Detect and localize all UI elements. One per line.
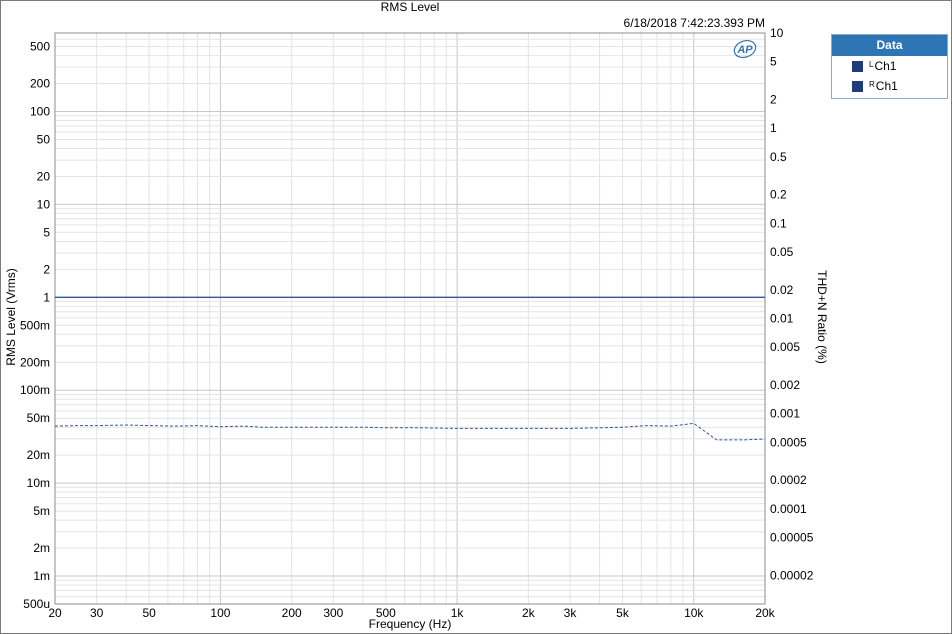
y2-tick-label: 0.00002 [770, 568, 814, 582]
y2-tick-label: 5 [770, 55, 777, 69]
y-tick-label: 5m [33, 504, 50, 518]
legend-title: Data [832, 35, 947, 56]
y2-tick-label: 0.0002 [770, 473, 807, 487]
legend-entry-l-ch1[interactable]: L Ch1 [832, 56, 947, 76]
x-tick-label: 300 [323, 606, 343, 620]
y2-tick-label: 0.0005 [770, 435, 807, 449]
legend-swatch [852, 80, 863, 92]
y-tick-label: 20 [37, 169, 51, 183]
y-tick-label: 500 [30, 40, 50, 54]
y-tick-label: 2 [43, 262, 50, 276]
y-tick-label: 100m [20, 383, 50, 397]
y2-tick-label: 0.001 [770, 407, 800, 421]
y-tick-label: 10m [27, 476, 50, 490]
y2-tick-label: 0.005 [770, 340, 800, 354]
y-tick-label: 200 [30, 77, 50, 91]
x-tick-label: 10k [684, 606, 704, 620]
y2-tick-label: 0.5 [770, 150, 787, 164]
x-tick-label: 200 [282, 606, 302, 620]
x-axis-label: Frequency (Hz) [369, 617, 452, 631]
x-tick-label: 20k [755, 606, 775, 620]
y-tick-label: 20m [27, 448, 50, 462]
y2-tick-label: 2 [770, 93, 777, 107]
y2-tick-label: 0.0001 [770, 502, 807, 516]
grid [54, 32, 766, 605]
x-tick-label: 5k [616, 606, 630, 620]
plot-area [54, 32, 766, 605]
legend-label: Ch1 [874, 59, 897, 73]
chart-title: RMS Level [381, 0, 440, 14]
x-tick-label: 3k [564, 606, 578, 620]
y2-tick-label: 10 [770, 26, 784, 40]
y2-tick-label: 0.05 [770, 245, 794, 259]
x-tick-label: 1k [451, 606, 465, 620]
series-line-thdn [54, 422, 766, 441]
y-tick-label: 2m [33, 541, 50, 555]
y2-tick-label: 0.2 [770, 188, 787, 202]
chart: 20 30 50 100 200 300 500 1k 2k 3k 5k 10k 20k50020010… [4, 0, 829, 631]
x-tick-label: 100 [210, 606, 230, 620]
y-tick-label: 10 [37, 197, 51, 211]
x-tick-label: 50 [142, 606, 156, 620]
y-tick-label: 100 [30, 105, 50, 119]
x-tick-label: 30 [90, 606, 104, 620]
y2-tick-label: 1 [770, 121, 777, 135]
y2-tick-label: 0.1 [770, 216, 787, 230]
y2-tick-label: 0.01 [770, 312, 794, 326]
y-tick-label: 1 [43, 290, 50, 304]
y-tick-label: 1m [33, 569, 50, 583]
legend-label: Ch1 [875, 79, 898, 93]
legend: Data L Ch1 R Ch1 [831, 34, 948, 99]
y-tick-label: 500u [23, 597, 50, 611]
tick-labels: 20 30 50 100 200 300 500 1k 2k 3k 5k 10k 20k50020010… [20, 26, 814, 620]
y-tick-label: 5 [43, 225, 50, 239]
x-tick-label: 20 [48, 606, 62, 620]
y2-tick-label: 0.02 [770, 283, 794, 297]
y2-tick-label: 0.002 [770, 378, 800, 392]
timestamp: 6/18/2018 7:42:23.393 PM [624, 16, 765, 30]
y-tick-label: 50m [27, 411, 50, 425]
y2-tick-label: 0.00005 [770, 530, 814, 544]
y-axis-label: RMS Level (Vrms) [4, 268, 18, 366]
legend-swatch [852, 60, 863, 72]
y-tick-label: 200m [20, 355, 50, 369]
y-tick-label: 50 [37, 132, 51, 146]
ap-logo: AP [733, 39, 757, 59]
y-tick-label: 500m [20, 318, 50, 332]
legend-channel-sup: L [869, 59, 874, 69]
legend-entry-r-ch1[interactable]: R Ch1 [832, 76, 947, 96]
legend-channel-sup: R [869, 79, 875, 89]
x-tick-label: 2k [522, 606, 536, 620]
y2-axis-label: THD+N Ratio (%) [815, 270, 829, 364]
ap-logo-text: AP [736, 44, 753, 56]
